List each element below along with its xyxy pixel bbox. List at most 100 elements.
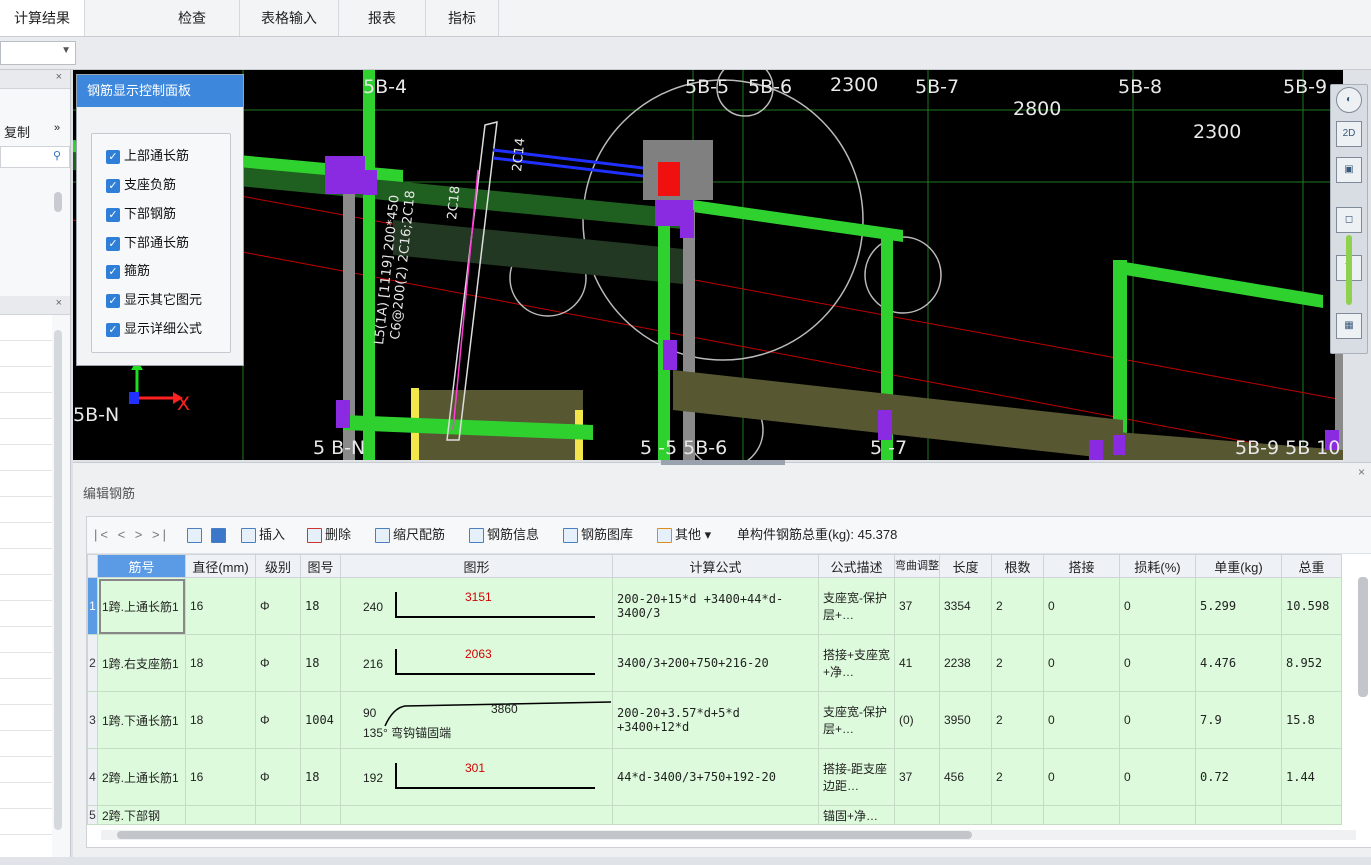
formula-desc-cell[interactable]: 搭接+支座宽+净… [818,634,895,692]
shape-main-dim[interactable]: 3860 [491,702,518,716]
menu-report[interactable]: 报表 [339,0,426,36]
col-header[interactable]: 筋号 [97,554,186,578]
col-header[interactable]: 根数 [991,554,1044,578]
search-icon[interactable]: ⚲ [53,149,61,162]
cube-view-icon[interactable]: ◻ [1336,207,1362,233]
scroll-thumb[interactable] [117,831,972,839]
checkbox-checked-icon[interactable]: ✓ [106,178,120,193]
shape-cell[interactable]: 216 2063 [340,634,613,692]
bend-adjust-cell[interactable] [894,805,940,825]
col-header[interactable]: 长度 [939,554,992,578]
count-cell[interactable]: 2 [991,748,1044,806]
table-row[interactable]: 2 1跨.右支座筋1 18 Φ 18 216 2063 3400/3+200+7… [87,634,1342,692]
formula-cell[interactable]: 200-20+3.57*d+5*d +3400+12*d [612,691,819,749]
option-show-others[interactable]: ✓ 显示其它图元 [106,290,202,310]
count-cell[interactable]: 2 [991,577,1044,635]
col-header[interactable]: 计算公式 [612,554,819,578]
close-icon[interactable]: × [56,71,62,83]
loss-cell[interactable] [1119,805,1196,825]
table-row[interactable]: 1 1跨.上通长筋1 16 Φ 18 240 3151 200-20+15*d … [87,577,1342,635]
left-scrollbar[interactable] [54,192,62,212]
table-vertical-scrollbar[interactable] [1358,577,1368,697]
option-bottom-rebar[interactable]: ✓ 下部钢筋 [106,204,176,224]
lap-cell[interactable]: 0 [1043,577,1120,635]
bend-adjust-cell[interactable]: 37 [894,748,940,806]
search-input[interactable]: ⚲ [0,146,70,168]
rebar-library-button[interactable]: 钢筋图库 [563,526,633,544]
col-header[interactable]: 损耗(%) [1119,554,1196,578]
col-header[interactable]: 搭接 [1043,554,1120,578]
diameter-cell[interactable] [185,805,256,825]
rebar-name-cell[interactable]: 2跨.下部钢 [97,805,186,825]
record-nav[interactable]: |< < > >| [94,526,169,544]
zoom-slider[interactable] [1346,235,1352,305]
loss-cell[interactable]: 0 [1119,577,1196,635]
table-row[interactable]: 3 1跨.下通长筋1 18 Φ 1004 90 3860 135° 弯钩锚固端 … [87,691,1342,749]
loss-cell[interactable]: 0 [1119,691,1196,749]
col-header[interactable]: 图号 [300,554,341,578]
shape-cell[interactable]: 90 3860 135° 弯钩锚固端 [340,691,613,749]
length-cell[interactable]: 456 [939,748,992,806]
row-number[interactable]: 3 [87,691,98,749]
lap-cell[interactable]: 0 [1043,691,1120,749]
checkbox-checked-icon[interactable]: ✓ [106,322,120,337]
count-cell[interactable]: 2 [991,691,1044,749]
lap-cell[interactable]: 0 [1043,748,1120,806]
bend-adjust-cell[interactable]: (0) [894,691,940,749]
diameter-cell[interactable]: 18 [185,691,256,749]
formula-desc-cell[interactable]: 锚固+净… [818,805,895,825]
rebar-name-cell[interactable]: 1跨.上通长筋1 [97,577,186,635]
2d-view-icon[interactable]: 2D [1336,121,1362,147]
close-icon[interactable]: × [56,297,62,309]
option-stirrup[interactable]: ✓ 箍筋 [106,261,150,281]
col-header[interactable]: 直径(mm) [185,554,256,578]
copy-item[interactable]: 复制 [4,122,30,141]
col-header[interactable]: 图形 [340,554,613,578]
close-icon[interactable]: × [1358,465,1365,479]
3d-viewport[interactable]: 5B-4 5B-5 5B-6 2300 5B-7 2800 5B-8 2300 … [73,70,1343,460]
insert-button[interactable]: 插入 [241,526,285,544]
move-up-icon[interactable] [187,526,205,544]
expand-icon[interactable]: » [54,122,60,134]
figure-no-cell[interactable]: 1004 [300,691,341,749]
table-row[interactable]: 5 2跨.下部钢 锚固+净… [87,805,1342,825]
diameter-cell[interactable]: 18 [185,634,256,692]
length-cell[interactable] [939,805,992,825]
total-weight-cell[interactable]: 10.598 [1281,577,1342,635]
length-cell[interactable]: 3950 [939,691,992,749]
unit-weight-cell[interactable]: 7.9 [1195,691,1282,749]
diameter-cell[interactable]: 16 [185,577,256,635]
lap-cell[interactable] [1043,805,1120,825]
menu-table-input[interactable]: 表格输入 [240,0,339,36]
shape-main-dim[interactable]: 2063 [465,647,492,661]
row-number[interactable]: 4 [87,748,98,806]
formula-cell[interactable]: 3400/3+200+750+216-20 [612,634,819,692]
layout-grid-icon[interactable]: ▦ [1336,313,1362,339]
shape-main-dim[interactable]: 3151 [465,590,492,604]
formula-desc-cell[interactable]: 搭接-距支座边距… [818,748,895,806]
unit-weight-cell[interactable]: 0.72 [1195,748,1282,806]
bend-adjust-cell[interactable]: 41 [894,634,940,692]
formula-cell[interactable] [612,805,819,825]
checkbox-checked-icon[interactable]: ✓ [106,207,120,222]
formula-cell[interactable]: 44*d-3400/3+750+192-20 [612,748,819,806]
diameter-cell[interactable]: 16 [185,748,256,806]
grade-cell[interactable]: Φ [255,577,301,635]
figure-no-cell[interactable]: 18 [300,577,341,635]
floor-dropdown[interactable]: ▼ [0,41,76,65]
total-weight-cell[interactable]: 8.952 [1281,634,1342,692]
shape-cell[interactable] [340,805,613,825]
lap-cell[interactable]: 0 [1043,634,1120,692]
rebar-info-button[interactable]: 钢筋信息 [469,526,539,544]
option-support-negative[interactable]: ✓ 支座负筋 [106,175,176,195]
count-cell[interactable] [991,805,1044,825]
grade-cell[interactable]: Φ [255,634,301,692]
bend-adjust-cell[interactable]: 37 [894,577,940,635]
total-weight-cell[interactable]: 1.44 [1281,748,1342,806]
checkbox-checked-icon[interactable]: ✓ [106,293,120,308]
count-cell[interactable]: 2 [991,634,1044,692]
formula-desc-cell[interactable]: 支座宽-保护层+… [818,577,895,635]
checkbox-checked-icon[interactable]: ✓ [106,236,120,251]
other-menu-button[interactable]: 其他 ▾ [657,526,711,544]
menu-index[interactable]: 指标 [426,0,499,36]
